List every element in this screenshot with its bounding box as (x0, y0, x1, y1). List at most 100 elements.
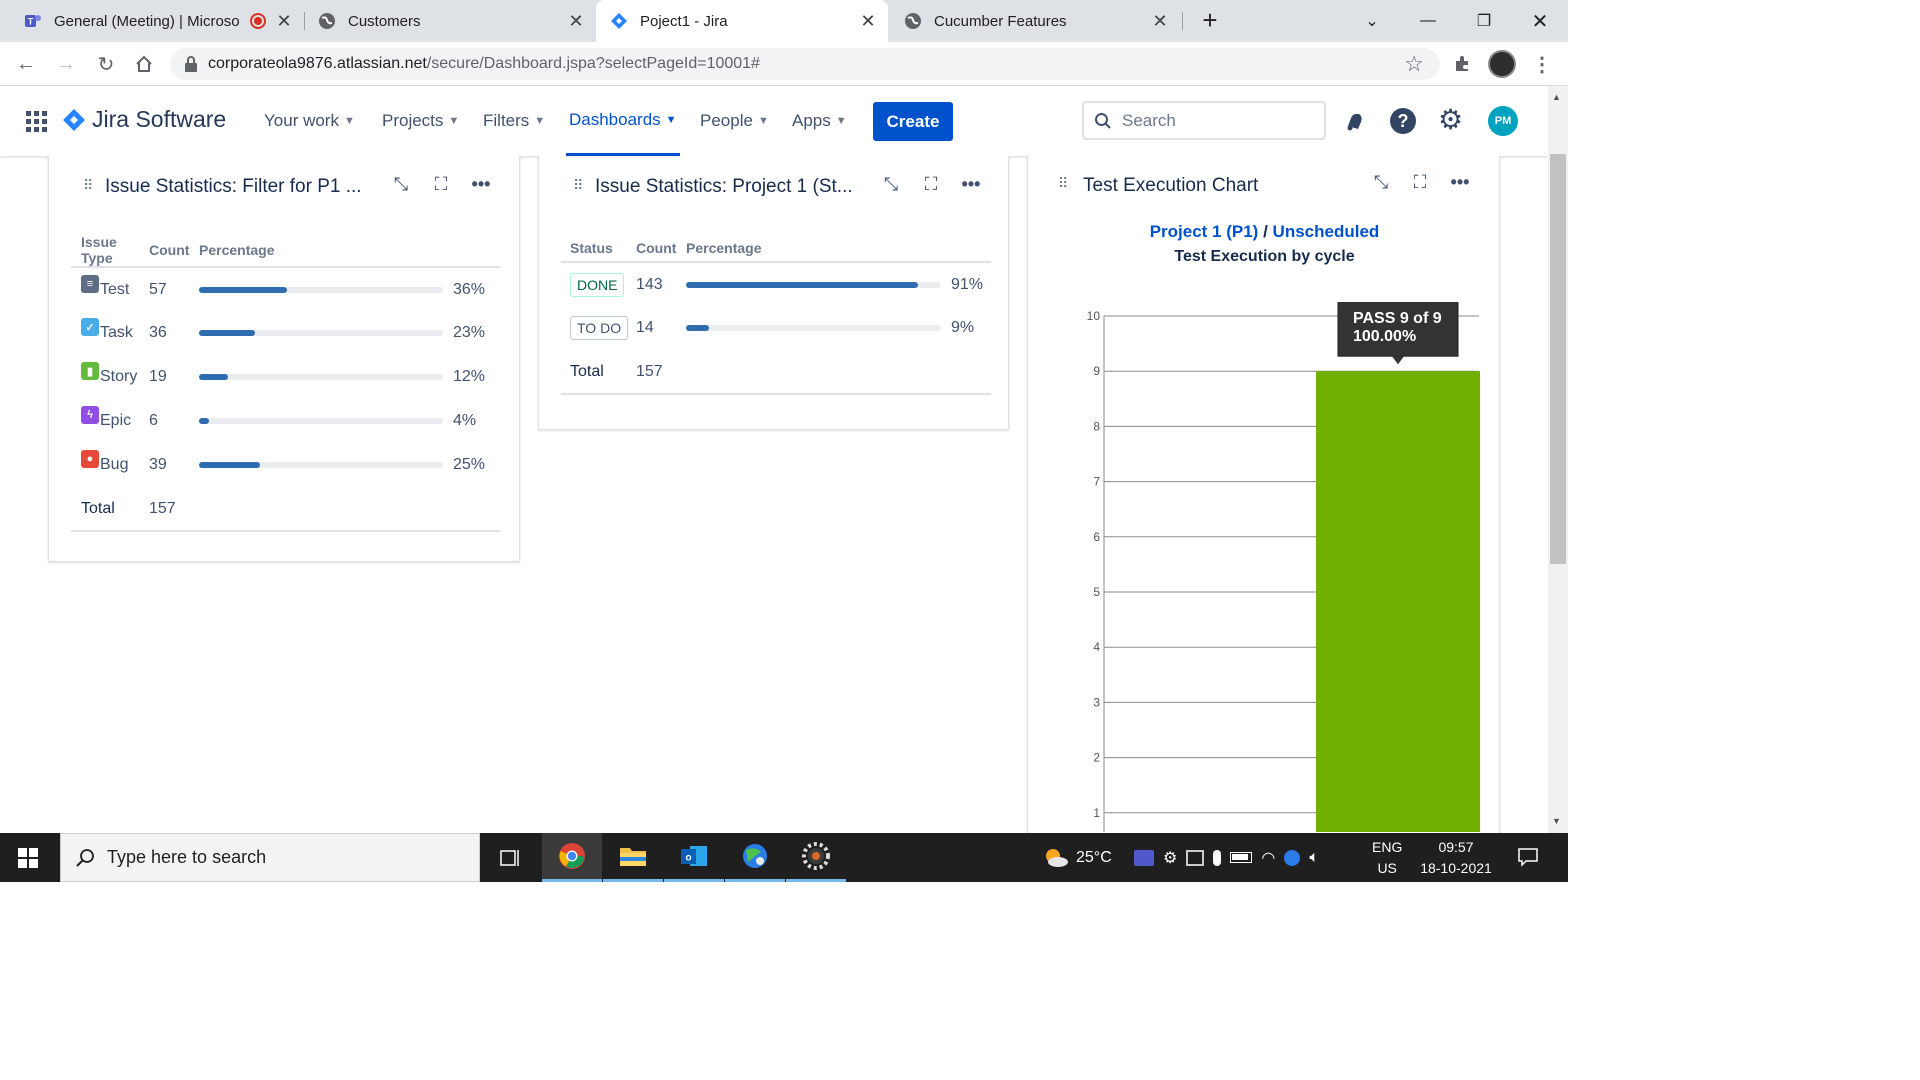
settings-gear-icon[interactable]: ⚙ (1438, 106, 1463, 134)
nav-people[interactable]: People ▼ (700, 86, 769, 156)
tab-cucumber-features[interactable]: Cucumber Features ✕ (890, 0, 1180, 42)
count-cell[interactable]: 19 (149, 355, 199, 399)
new-tab-button[interactable]: + (1196, 6, 1224, 34)
weather-widget[interactable]: 25°C (1042, 833, 1112, 882)
forward-icon[interactable]: → (52, 50, 80, 78)
scroll-down-icon[interactable]: ▼ (1552, 816, 1561, 826)
notifications-icon[interactable] (1342, 108, 1368, 139)
scrollbar-thumb[interactable] (1550, 154, 1566, 564)
gadget-title[interactable]: Issue Statistics: Filter for P1 ... (105, 176, 362, 198)
issue-type-cell[interactable]: ✓ Task (71, 311, 149, 355)
jira-logo[interactable]: Jira Software (62, 106, 226, 133)
percentage-bar (199, 330, 443, 336)
project-link[interactable]: Project 1 (P1) (1150, 222, 1259, 241)
teams-tray-icon[interactable] (1134, 849, 1154, 866)
count-cell[interactable]: 36 (149, 311, 199, 355)
total-count[interactable]: 157 (636, 350, 686, 395)
drag-handle-icon[interactable]: ⠿ (573, 178, 583, 192)
extensions-icon[interactable] (1448, 50, 1476, 78)
notification-center-icon[interactable] (1518, 847, 1538, 872)
count-cell[interactable]: 6 (149, 399, 199, 443)
count-cell[interactable]: 39 (149, 443, 199, 487)
status-lozenge[interactable]: TO DO (570, 316, 629, 340)
bar-pass-unscheduled[interactable] (1316, 371, 1480, 832)
volume-icon[interactable]: 🔈︎ (1309, 849, 1319, 867)
tab-customers[interactable]: Customers ✕ (306, 0, 596, 42)
clock[interactable]: 09:57 18-10-2021 (1416, 833, 1496, 882)
address-bar[interactable]: corporateola9876.atlassian.net/secure/Da… (170, 48, 1440, 80)
nav-apps[interactable]: Apps ▼ (792, 86, 847, 156)
total-count[interactable]: 157 (149, 487, 199, 532)
nav-your-work[interactable]: Your work ▼ (264, 86, 355, 156)
nav-filters[interactable]: Filters ▼ (483, 86, 545, 156)
home-icon[interactable] (130, 50, 158, 78)
count-cell[interactable]: 57 (149, 267, 199, 311)
tab-teams-meeting[interactable]: T General (Meeting) | Microsof ✕ (14, 0, 304, 42)
status-lozenge[interactable]: DONE (570, 272, 625, 297)
issue-type-cell[interactable]: ● Bug (71, 443, 149, 487)
drag-handle-icon[interactable]: ⠿ (1058, 176, 1068, 190)
chrome-taskbar-icon[interactable] (542, 833, 602, 882)
gear-app-icon[interactable] (786, 833, 846, 882)
minimize-gadget-icon[interactable]: ⤡ (389, 174, 413, 195)
minimize-icon[interactable]: — (1400, 0, 1456, 42)
maximize-gadget-icon[interactable]: ⛶ (1408, 172, 1432, 193)
issue-type-cell[interactable]: ≡ Test (71, 267, 149, 311)
display-tray-icon[interactable] (1186, 849, 1205, 866)
taskbar-search[interactable]: Type here to search (60, 833, 480, 882)
app-switcher-icon[interactable] (26, 111, 48, 133)
settings-tray-icon[interactable]: ⚙ (1163, 848, 1177, 868)
window-close-icon[interactable]: ✕ (1512, 0, 1568, 42)
more-options-icon[interactable]: ••• (1448, 172, 1472, 193)
browser-menu-icon[interactable]: ⋮ (1528, 50, 1556, 78)
chart-links: Project 1 (P1) / Unscheduled (1028, 222, 1501, 242)
reload-icon[interactable]: ↻ (92, 50, 120, 78)
restore-icon[interactable]: ❐ (1456, 0, 1512, 42)
language-indicator[interactable]: ENG US (1372, 833, 1402, 882)
y-tick-label: 10 (1087, 309, 1101, 323)
windows-start-icon[interactable] (18, 848, 38, 873)
tab-jira[interactable]: Poject1 - Jira ✕ (596, 0, 888, 42)
page-scrollbar[interactable]: ▲ ▼ (1548, 86, 1568, 833)
maximize-gadget-icon[interactable]: ⛶ (429, 174, 453, 195)
minimize-gadget-icon[interactable]: ⤡ (1369, 172, 1393, 193)
help-icon[interactable]: ? (1390, 108, 1416, 134)
browser-app-icon[interactable] (725, 833, 785, 882)
bookmark-star-icon[interactable]: ☆ (1404, 51, 1424, 77)
chevron-down-icon: ▼ (665, 113, 677, 126)
gadget-title[interactable]: Issue Statistics: Project 1 (St... (595, 176, 853, 198)
profile-avatar[interactable] (1488, 50, 1516, 78)
tooltip-pointer (1392, 356, 1404, 365)
more-options-icon[interactable]: ••• (469, 174, 493, 195)
count-cell[interactable]: 143 (636, 262, 686, 306)
count-cell[interactable]: 14 (636, 306, 686, 350)
tab-search-icon[interactable]: ⌄ (1344, 0, 1400, 42)
battery-icon[interactable] (1230, 852, 1253, 863)
create-button[interactable]: Create (873, 102, 953, 141)
minimize-gadget-icon[interactable]: ⤡ (879, 174, 903, 195)
network-globe-icon[interactable] (1284, 849, 1301, 866)
close-tab-icon[interactable]: ✕ (858, 11, 878, 32)
scroll-up-icon[interactable]: ▲ (1552, 92, 1561, 102)
close-tab-icon[interactable]: ✕ (274, 11, 294, 32)
wifi-icon[interactable]: ◠ (1261, 848, 1275, 868)
drag-handle-icon[interactable]: ⠿ (83, 178, 93, 192)
close-tab-icon[interactable]: ✕ (566, 11, 586, 32)
close-tab-icon[interactable]: ✕ (1150, 11, 1170, 32)
test-execution-bar-chart: 1 2 3 4 5 6 7 8 9 10 PASS 9 of 9100.00% (1087, 302, 1480, 832)
gadget-title[interactable]: Test Execution Chart (1083, 175, 1258, 197)
file-explorer-icon[interactable] (603, 833, 663, 882)
nav-projects[interactable]: Projects ▼ (382, 86, 459, 156)
issue-type-cell[interactable]: ▮ Story (71, 355, 149, 399)
more-options-icon[interactable]: ••• (959, 174, 983, 195)
back-icon[interactable]: ← (12, 50, 40, 78)
cycle-link[interactable]: Unscheduled (1273, 222, 1380, 241)
nav-dashboards[interactable]: Dashboards ▼ (566, 86, 680, 156)
task-view-icon[interactable] (480, 833, 540, 882)
maximize-gadget-icon[interactable]: ⛶ (919, 174, 943, 195)
outlook-icon[interactable]: o (664, 833, 724, 882)
search-input[interactable]: Search (1082, 101, 1326, 140)
microphone-icon[interactable] (1213, 849, 1222, 866)
issue-type-cell[interactable]: ϟ Epic (71, 399, 149, 443)
user-avatar[interactable]: PM (1488, 106, 1518, 136)
